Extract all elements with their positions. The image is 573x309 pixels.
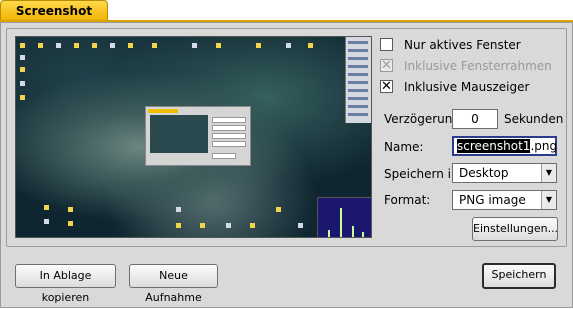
desktop-icon: [176, 223, 181, 228]
desktop-icon: [74, 43, 79, 48]
desktop-icon: [68, 221, 73, 226]
desktop-icon: [44, 219, 49, 224]
desktop-icon: [128, 43, 133, 48]
delay-spinbox[interactable]: 0: [452, 109, 498, 129]
copy-to-clipboard-button[interactable]: In Ablage kopieren: [15, 264, 116, 304]
filename-input[interactable]: screenshot1.png: [452, 136, 557, 156]
desktop-icon: [308, 43, 313, 48]
preview-monitor-graph: [317, 197, 371, 237]
desktop-icon: [44, 205, 49, 210]
desktop-icon: [68, 207, 73, 212]
desktop-icon: [56, 43, 61, 48]
desktop-icon: [192, 43, 197, 48]
desktop-icon: [298, 223, 303, 228]
preview-side-panel: [345, 37, 371, 123]
format-value: PNG image: [459, 193, 526, 207]
desktop-icon: [20, 55, 25, 60]
save-button[interactable]: Speichern: [482, 263, 556, 289]
include-window-frame-checkbox: ✕: [380, 58, 393, 73]
include-mouse-pointer-label: Inklusive Mauszeiger: [404, 80, 530, 94]
desktop-icon: [20, 43, 25, 48]
settings-button[interactable]: Einstellungen...: [472, 217, 558, 241]
format-label: Format:: [384, 193, 431, 207]
include-window-frame-label: Inklusive Fensterrahmen: [404, 59, 552, 73]
window-tab[interactable]: Screenshot: [0, 0, 108, 20]
delay-value: 0: [471, 112, 479, 126]
desktop-icon: [92, 43, 97, 48]
chevron-down-icon: ▼: [541, 164, 556, 182]
preview-dialog-thumbnail: [145, 106, 251, 166]
desktop-icon: [20, 95, 25, 100]
desktop-icon: [20, 67, 25, 72]
window-title: Screenshot: [15, 4, 93, 18]
only-active-window-checkbox[interactable]: [380, 38, 393, 51]
desktop-icon: [38, 43, 43, 48]
save-in-select[interactable]: Desktop ▼: [452, 163, 557, 183]
desktop-icon: [110, 43, 115, 48]
desktop-icon: [200, 223, 205, 228]
delay-unit: Sekunden: [504, 112, 564, 126]
desktop-icon: [250, 223, 255, 228]
name-label: Name:: [384, 140, 424, 154]
screenshot-preview: [15, 36, 372, 238]
desktop-icon: [216, 43, 221, 48]
desktop-icon: [256, 43, 261, 48]
desktop-icon: [20, 81, 25, 86]
only-active-window-label: Nur aktives Fenster: [404, 38, 521, 52]
chevron-down-icon: ▼: [541, 191, 556, 209]
save-in-label: Speichern in:: [384, 167, 463, 181]
save-in-value: Desktop: [459, 166, 509, 180]
filename-extension: .png: [530, 139, 558, 153]
new-capture-button[interactable]: Neue Aufnahme: [129, 264, 218, 304]
filename-selected-text: screenshot1: [457, 139, 531, 153]
desktop-icon: [226, 223, 231, 228]
desktop-icon: [286, 43, 291, 48]
include-mouse-pointer-checkbox[interactable]: ✕: [380, 80, 393, 93]
format-select[interactable]: PNG image ▼: [452, 190, 557, 210]
desktop-icon: [152, 43, 157, 48]
desktop-icon: [176, 207, 181, 212]
desktop-icon: [276, 207, 281, 212]
